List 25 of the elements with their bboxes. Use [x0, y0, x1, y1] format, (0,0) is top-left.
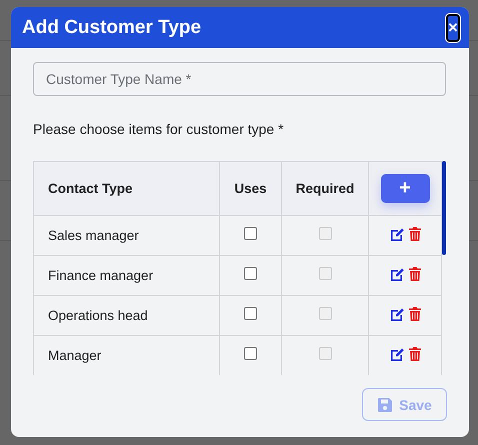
uses-checkbox[interactable] — [244, 266, 257, 280]
trash-icon[interactable] — [408, 266, 420, 280]
column-header: Contact Type — [34, 162, 220, 216]
add-button[interactable]: + — [380, 174, 430, 203]
uses-checkbox[interactable] — [244, 346, 257, 360]
uses-checkbox[interactable] — [244, 306, 257, 320]
trash-icon[interactable] — [408, 306, 420, 320]
table-cell: Finance manager — [34, 256, 220, 296]
edit-icon[interactable] — [390, 226, 404, 240]
table-cell: Sales manager — [34, 216, 220, 256]
column-header: Required — [282, 162, 368, 216]
uses-checkbox[interactable] — [244, 226, 257, 240]
trash-icon[interactable] — [408, 226, 420, 240]
edit-icon[interactable] — [390, 306, 404, 320]
edit-icon[interactable] — [390, 346, 404, 360]
close-button[interactable]: × — [446, 14, 460, 42]
dialog-title: Add Customer Type — [22, 16, 202, 38]
trash-icon[interactable] — [408, 346, 420, 360]
column-header: Uses — [220, 162, 282, 216]
items-prompt: Please choose items for customer type * — [33, 121, 285, 137]
table-cell: Operations head — [34, 296, 220, 336]
scrollbar[interactable] — [442, 161, 446, 255]
table-cell: Manager — [34, 336, 220, 375]
edit-icon[interactable] — [390, 266, 404, 280]
customer-type-name-field[interactable]: Customer Type Name * — [33, 62, 446, 96]
